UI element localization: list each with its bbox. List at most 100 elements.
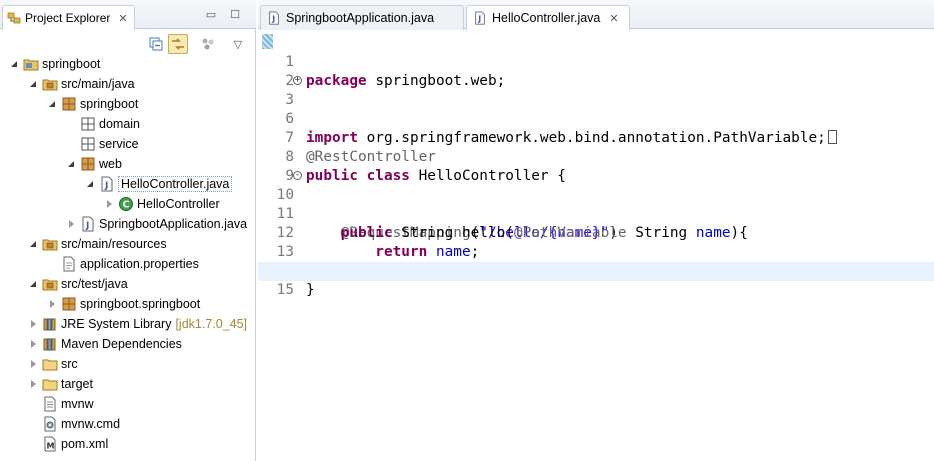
project-explorer-icon (7, 12, 21, 24)
code-line[interactable]: 8 public class HelloController { (258, 129, 934, 184)
java-file-icon: J (82, 216, 94, 232)
tree-item-hellocontroller-class[interactable]: C HelloController (0, 194, 256, 214)
expand-arrow-icon[interactable] (28, 379, 38, 389)
filter-button[interactable] (198, 34, 218, 54)
expand-fold-icon[interactable]: + (293, 76, 302, 85)
tree-item-package-service[interactable]: service (0, 134, 256, 154)
cmd-file-icon (44, 416, 56, 432)
code-line[interactable]: 7 @RestController (258, 110, 934, 165)
tree-item-package-web[interactable]: web (0, 154, 256, 174)
empty-package-icon (81, 117, 95, 131)
tree-item-label: application.properties (80, 257, 199, 271)
close-icon[interactable]: ✕ (118, 12, 127, 25)
jre-version-decoration: [jdk1.7.0_45] (175, 317, 248, 331)
code-line[interactable]: 11 public String hello(@PathVariable Str… (258, 186, 934, 241)
code-line[interactable]: 1 package springboot.web; (258, 34, 934, 89)
tree-item-package-springboot[interactable]: springboot (0, 94, 256, 114)
tree-item-label: HelloController.java (118, 176, 233, 192)
view-menu-icon[interactable]: ▽ (228, 34, 248, 54)
expand-arrow-icon[interactable] (28, 339, 38, 349)
expand-arrow-icon[interactable] (66, 219, 76, 229)
tree-item-label: target (61, 377, 93, 391)
tree-item-package-springboot-springboot[interactable]: springboot.springboot (0, 294, 256, 314)
tree-item-label: Maven Dependencies (61, 337, 182, 351)
source-folder-icon (42, 239, 58, 251)
expand-arrow-icon[interactable] (28, 79, 38, 89)
tree-item-mvnw[interactable]: mvnw (0, 394, 256, 414)
tab-springbootapplication-java[interactable]: J SpringbootApplication.java (260, 5, 464, 30)
expand-arrow-icon[interactable] (28, 239, 38, 249)
expand-arrow-icon[interactable] (9, 59, 19, 69)
code-line[interactable]: 3 + import org.springframework.web.bind.… (258, 72, 934, 146)
tree-item-label: domain (99, 117, 140, 131)
explorer-toolbar: ▽ (0, 30, 256, 56)
tree-item-label: src (61, 357, 78, 371)
tree-item-package-domain[interactable]: domain (0, 114, 256, 134)
tree-item-label: HelloController (137, 197, 220, 211)
explorer-tab-bar: Project Explorer ✕ ▭ ☐ (0, 0, 256, 30)
minimize-icon[interactable]: ▭ (205, 9, 217, 21)
tree-item-label: src/main/resources (61, 237, 167, 251)
tree-item-src-test-java[interactable]: src/test/java (0, 274, 256, 294)
expand-arrow-icon[interactable] (28, 319, 38, 329)
expand-arrow-icon[interactable] (66, 159, 76, 169)
code-line[interactable]: 13 } (258, 224, 934, 279)
tree-item-jre-system-library[interactable]: JRE System Library [jdk1.7.0_45] (0, 314, 256, 334)
tree-item-maven-dependencies[interactable]: Maven Dependencies (0, 334, 256, 354)
code-area[interactable]: 1 package springboot.web; 2 3 + import o… (258, 30, 934, 461)
tree-item-project[interactable]: springboot (0, 54, 256, 74)
tree-item-folder-src[interactable]: src (0, 354, 256, 374)
tree-item-label: springboot (42, 57, 101, 71)
tree-item-application-properties[interactable]: application.properties (0, 254, 256, 274)
java-file-icon: J (101, 176, 113, 192)
java-file-icon: J (475, 11, 485, 25)
code-line[interactable]: 12 return name; (258, 205, 934, 260)
code-line[interactable]: 2 (258, 53, 934, 89)
tree-item-src-main-java[interactable]: src/main/java (0, 74, 256, 94)
properties-file-icon (63, 256, 75, 272)
tree-item-src-main-resources[interactable]: src/main/resources (0, 234, 256, 254)
expand-arrow-icon[interactable] (47, 99, 57, 109)
tree-item-label: pom.xml (61, 437, 109, 451)
svg-text:M: M (47, 442, 55, 451)
project-explorer-panel: Project Explorer ✕ ▭ ☐ ▽ springboot src/… (0, 0, 256, 461)
collapse-all-icon (149, 37, 163, 51)
tree-item-label: web (99, 157, 122, 171)
tree-item-label: springboot.springboot (80, 297, 201, 311)
code-line[interactable]: 6 (258, 91, 934, 127)
expand-arrow-icon[interactable] (28, 359, 38, 369)
library-icon (43, 338, 56, 351)
expand-arrow-icon[interactable] (28, 279, 38, 289)
expand-arrow-icon[interactable] (104, 199, 114, 209)
tab-project-explorer[interactable]: Project Explorer ✕ (2, 5, 135, 30)
code-line[interactable]: 14 } (258, 243, 934, 298)
tree-item-springbootapplication-java[interactable]: J SpringbootApplication.java (0, 214, 256, 234)
package-icon (62, 297, 76, 311)
tab-hellocontroller-java[interactable]: J HelloController.java ✕ (466, 5, 630, 30)
java-file-icon: J (269, 11, 279, 25)
source-folder-icon (42, 279, 58, 291)
tree-item-label: service (99, 137, 139, 151)
code-line[interactable]: 9 (258, 148, 934, 184)
link-with-editor-icon (172, 38, 184, 50)
code-line[interactable]: 10 - @RequestMapping("/hello/{name}") (258, 167, 934, 242)
tab-project-explorer-label: Project Explorer (25, 11, 111, 25)
collapse-fold-icon[interactable]: - (293, 171, 302, 180)
tree-item-mvnw-cmd[interactable]: mvnw.cmd (0, 414, 256, 434)
current-code-line[interactable]: 15 (258, 262, 934, 298)
tab-label: SpringbootApplication.java (286, 11, 435, 25)
package-icon (81, 157, 95, 171)
maximize-icon[interactable]: ☐ (229, 9, 241, 21)
tree-item-pom-xml[interactable]: M pom.xml (0, 434, 256, 454)
close-icon[interactable]: ✕ (609, 12, 618, 25)
expand-arrow-icon[interactable] (85, 179, 95, 189)
expand-arrow-icon[interactable] (47, 299, 57, 309)
tree-item-label: springboot (80, 97, 139, 111)
text-file-icon (44, 396, 56, 412)
link-with-editor-button[interactable] (168, 34, 188, 54)
collapse-all-button[interactable] (146, 34, 166, 54)
tree-item-hellocontroller-java[interactable]: J HelloController.java (0, 174, 256, 194)
svg-text:C: C (123, 200, 130, 211)
tree-item-folder-target[interactable]: target (0, 374, 256, 394)
svg-text:J: J (85, 221, 89, 231)
